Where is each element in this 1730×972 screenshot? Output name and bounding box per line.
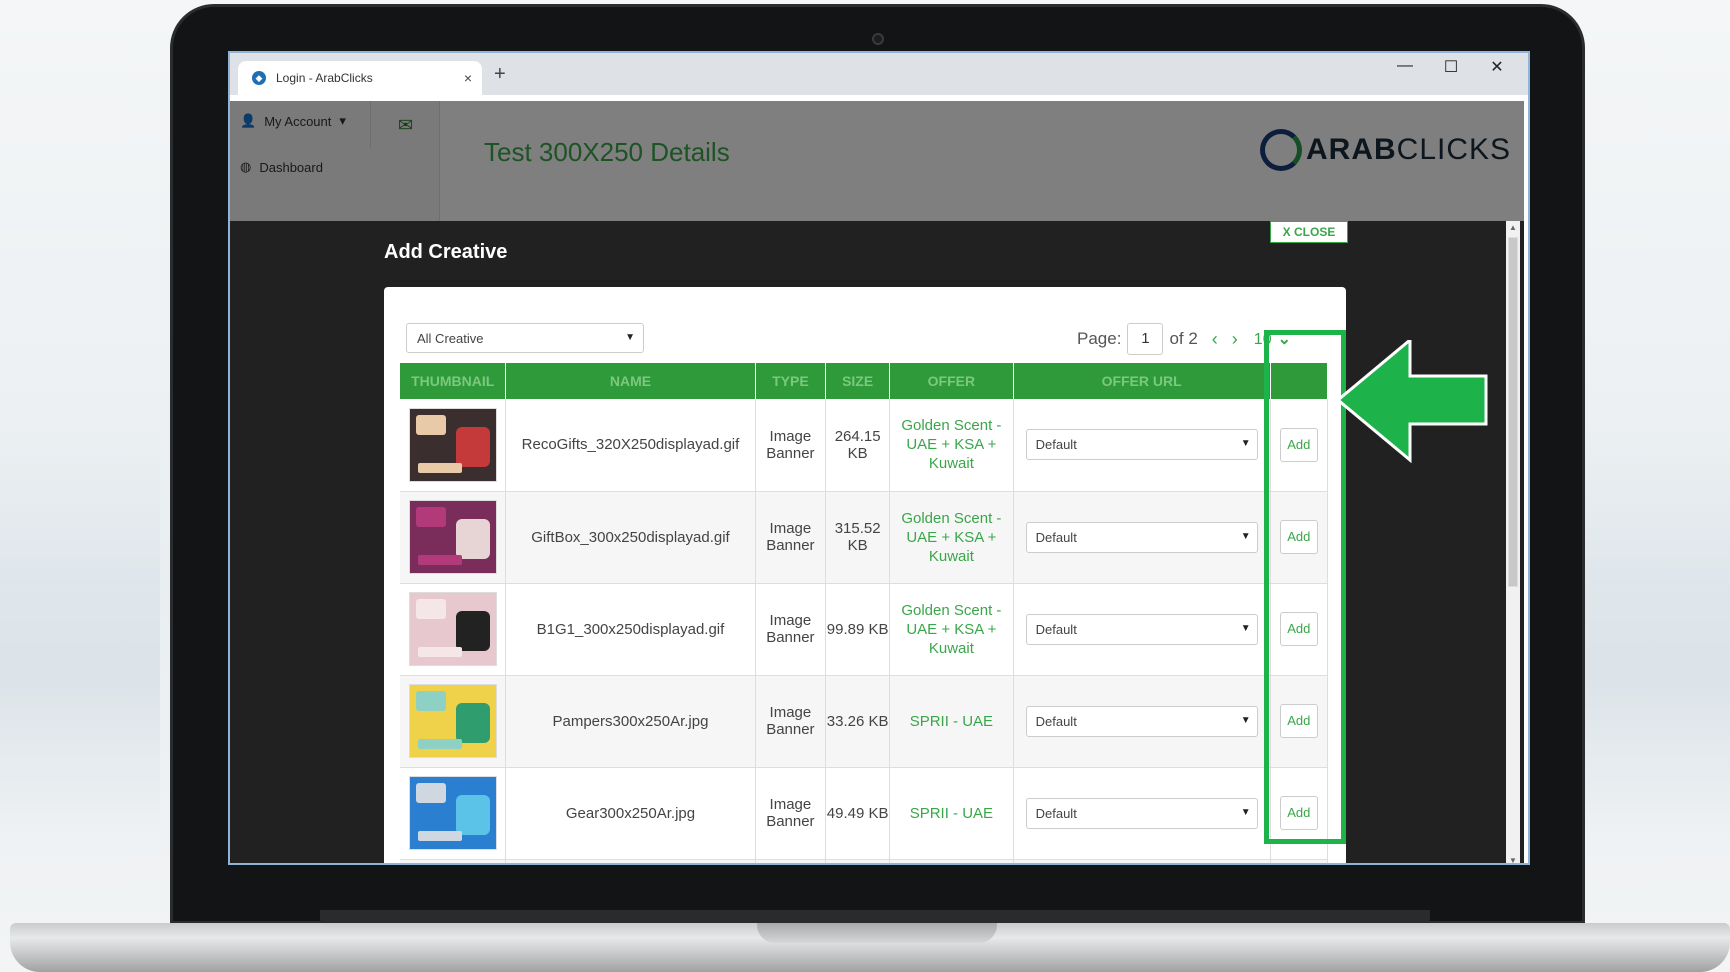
offer-url-cell: Default ▼	[1013, 675, 1271, 768]
scroll-down-icon[interactable]: ▼	[1508, 856, 1518, 863]
type-cell: Image Banner	[755, 399, 827, 492]
col-name: NAME	[505, 363, 756, 399]
col-offer: OFFER	[889, 363, 1014, 399]
new-tab-button[interactable]: +	[494, 63, 506, 86]
page-total: of 2	[1169, 329, 1198, 348]
offer-url-select[interactable]: Default ▼	[1025, 613, 1258, 645]
scrollbar[interactable]: ▲ ▼	[1506, 221, 1520, 863]
name-cell: Gear300x250Ar.jpg	[505, 767, 756, 860]
thumbnail-cell	[400, 399, 507, 492]
window-close-button[interactable]: ✕	[1474, 57, 1520, 77]
thumbnail-cell	[400, 491, 507, 584]
offer-url-select[interactable]: Default ▼	[1025, 797, 1258, 829]
type-cell: Image Banner	[755, 675, 827, 768]
offer-url-cell: Default ▼	[1013, 491, 1271, 584]
offer-cell: Golden Scent - UAE + KSA + Kuwait	[889, 583, 1014, 676]
offer-url-value: Default	[1035, 529, 1077, 545]
offer-url-cell: Default ▼	[1013, 767, 1271, 860]
table-row: CAR INSURANCE	[400, 859, 1329, 865]
highlight-box	[1264, 330, 1346, 844]
creative-thumbnail	[408, 407, 497, 482]
creative-panel: All Creative ▼ Page: 1 of 2 ‹ › 10 ⌄ THUM…	[384, 287, 1346, 865]
size-cell: 49.49 KB	[825, 767, 891, 860]
table-row: Gear300x250Ar.jpg Image Banner 49.49 KB …	[400, 767, 1329, 860]
car-insurance-tag: CAR INSURANCE	[406, 864, 500, 865]
name-cell: GiftBox_300x250displayad.gif	[505, 491, 756, 584]
background-city-left	[0, 420, 160, 840]
tab-title: Login - ArabClicks	[276, 71, 373, 85]
size-cell: 315.52 KB	[825, 491, 891, 584]
offer-url-select[interactable]: Default ▼	[1025, 521, 1258, 553]
creative-thumbnail	[408, 684, 497, 758]
next-page-icon[interactable]: ›	[1232, 329, 1238, 350]
thumbnail-cell	[400, 767, 507, 860]
size-cell: 33.26 KB	[825, 675, 891, 768]
dim-overlay	[230, 101, 1524, 221]
offer-url-value: Default	[1035, 621, 1077, 637]
size-cell: 264.15 KB	[825, 399, 891, 492]
offer-cell: SPRII - UAE	[889, 675, 1014, 768]
webcam	[872, 33, 884, 45]
maximize-button[interactable]: ☐	[1428, 57, 1474, 77]
col-size: SIZE	[825, 363, 891, 399]
modal-title: Add Creative	[384, 241, 508, 263]
thumbnail-cell	[400, 583, 507, 676]
offer-url-cell: Default ▼	[1013, 583, 1271, 676]
col-thumbnail: THUMBNAIL	[400, 363, 507, 399]
creative-thumbnail	[408, 776, 497, 850]
caret-down-icon: ▼	[625, 332, 635, 343]
offer-cell: Golden Scent - UAE + KSA + Kuwait	[889, 491, 1014, 584]
scroll-up-icon[interactable]: ▲	[1508, 223, 1518, 232]
laptop-notch	[757, 923, 997, 943]
offer-cell: Golden Scent - UAE + KSA + Kuwait	[889, 399, 1014, 492]
caret-down-icon: ▼	[1240, 622, 1251, 634]
table-row: RecoGifts_320X250displayad.gif Image Ban…	[400, 399, 1329, 492]
creative-filter-select[interactable]: All Creative ▼	[406, 323, 644, 353]
offer-url-value: Default	[1035, 805, 1077, 821]
name-cell: RecoGifts_320X250displayad.gif	[505, 399, 756, 492]
offer-url-select[interactable]: Default ▼	[1025, 705, 1258, 737]
scrollbar-thumb[interactable]	[1508, 237, 1518, 587]
caret-down-icon: ▼	[1240, 530, 1251, 542]
page-number-input[interactable]: 1	[1127, 323, 1164, 355]
offer-url-cell: Default ▼	[1013, 399, 1271, 492]
type-cell: Image Banner	[755, 583, 827, 676]
caret-down-icon: ▼	[1240, 806, 1251, 818]
table-row: Pampers300x250Ar.jpg Image Banner 33.26 …	[400, 675, 1329, 768]
browser-tabbar: ◆ Login - ArabClicks × + — ☐ ✕	[230, 53, 1528, 95]
laptop-hinge	[320, 910, 1430, 924]
type-cell: Image Banner	[755, 491, 827, 584]
table-row: GiftBox_300x250displayad.gif Image Banne…	[400, 491, 1329, 584]
offer-url-value: Default	[1035, 713, 1077, 729]
page-label: Page:	[1077, 329, 1122, 348]
col-type: TYPE	[755, 363, 827, 399]
close-button[interactable]: X CLOSE	[1270, 221, 1348, 243]
filter-value: All Creative	[417, 331, 484, 346]
table-row: B1G1_300x250displayad.gif Image Banner 9…	[400, 583, 1329, 676]
creative-thumbnail	[408, 592, 497, 666]
pagination: Page: 1 of 2 ‹ › 10 ⌄	[1077, 323, 1291, 355]
offer-url-value: Default	[1035, 437, 1077, 453]
creative-thumbnail	[408, 500, 497, 574]
name-cell: Pampers300x250Ar.jpg	[505, 675, 756, 768]
favicon-icon: ◆	[252, 71, 266, 85]
tab-close-icon[interactable]: ×	[464, 70, 472, 86]
offer-cell: SPRII - UAE	[889, 767, 1014, 860]
size-cell: 99.89 KB	[825, 583, 891, 676]
creative-table: THUMBNAIL NAME TYPE SIZE OFFER OFFER URL	[400, 363, 1329, 865]
col-offer-url: OFFER URL	[1013, 363, 1271, 399]
caret-down-icon: ▼	[1240, 438, 1251, 450]
thumbnail-cell	[400, 675, 507, 768]
type-cell: Image Banner	[755, 767, 827, 860]
minimize-button[interactable]: —	[1382, 57, 1428, 75]
offer-url-select[interactable]: Default ▼	[1025, 429, 1258, 461]
name-cell: B1G1_300x250displayad.gif	[505, 583, 756, 676]
prev-page-icon[interactable]: ‹	[1212, 329, 1218, 350]
caret-down-icon: ▼	[1240, 714, 1251, 726]
browser-tab[interactable]: ◆ Login - ArabClicks ×	[238, 61, 482, 95]
arrow-pointer-icon	[1338, 340, 1488, 464]
